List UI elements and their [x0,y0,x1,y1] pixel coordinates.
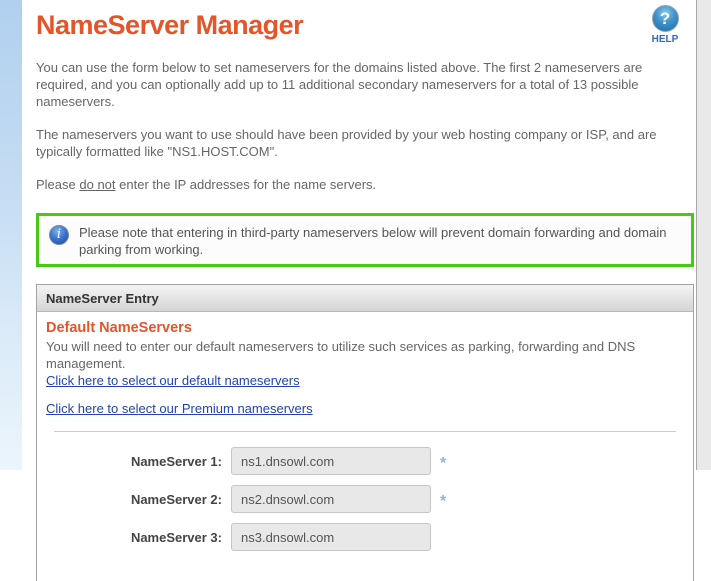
nameserver-row-1: NameServer 1: * [46,447,684,475]
select-premium-nameservers-link[interactable]: Click here to select our Premium nameser… [46,401,313,416]
intro-paragraph-3: Please do not enter the IP addresses for… [36,176,688,193]
help-button[interactable]: ? HELP [648,5,682,45]
nameserver-row-2: NameServer 2: * [46,485,684,513]
info-icon: i [49,225,69,245]
intro-paragraph-2: The nameservers you want to use should h… [36,126,688,160]
main-content: ? HELP NameServer Manager You can use th… [22,0,696,470]
left-background-strip [0,0,22,470]
intro-p3-suffix: enter the IP addresses for the name serv… [116,177,377,192]
intro-paragraph-1: You can use the form below to set namese… [36,59,688,110]
required-asterisk-icon: * [440,450,446,472]
nameserver-2-input[interactable] [231,485,431,513]
page-title: NameServer Manager [36,10,688,41]
vertical-scrollbar[interactable] [696,0,711,470]
default-link-row: Click here to select our default nameser… [46,372,684,390]
intro-p3-prefix: Please [36,177,79,192]
nameserver-2-label: NameServer 2: [46,492,224,507]
nameserver-entry-panel: NameServer Entry Default NameServers You… [36,284,694,581]
panel-body: Default NameServers You will need to ent… [37,312,693,581]
nameserver-1-input[interactable] [231,447,431,475]
panel-header: NameServer Entry [37,285,693,312]
nameserver-3-label: NameServer 3: [46,530,224,545]
intro-p3-do-not: do not [79,177,115,192]
help-label[interactable]: HELP [648,34,682,45]
nameserver-3-input[interactable] [231,523,431,551]
intro-text: You can use the form below to set namese… [36,59,688,193]
help-question-icon[interactable]: ? [652,5,679,32]
third-party-notice: i Please note that entering in third-par… [36,213,694,267]
select-default-nameservers-link[interactable]: Click here to select our default nameser… [46,373,300,388]
default-nameservers-description: You will need to enter our default names… [46,338,684,372]
required-asterisk-icon: * [440,488,446,510]
notice-text: Please note that entering in third-party… [79,222,679,258]
section-divider [54,431,676,432]
default-nameservers-heading: Default NameServers [46,320,684,336]
nameserver-row-3: NameServer 3: [46,523,684,551]
premium-link-row: Click here to select our Premium nameser… [46,400,684,418]
nameserver-1-label: NameServer 1: [46,454,224,469]
